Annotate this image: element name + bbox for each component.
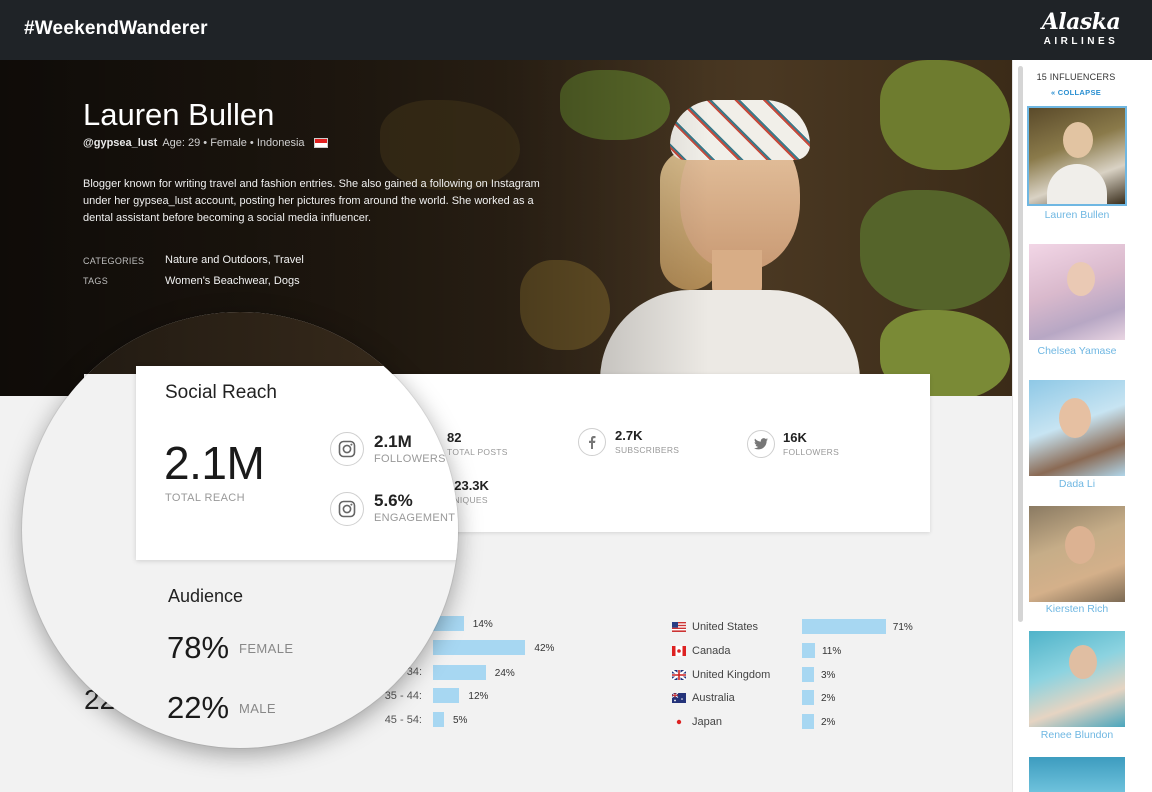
thumb-face-shape	[1067, 262, 1095, 296]
alaska-airlines-logo[interactable]: Alaska AIRLINES	[1034, 9, 1128, 47]
country-name: United Kingdom	[692, 669, 771, 681]
collapse-button[interactable]: « COLLAPSE	[1030, 88, 1122, 97]
influencer-name: Lauren Bullen	[83, 97, 275, 132]
country-bar	[802, 690, 814, 705]
audience-title: Audience	[168, 586, 244, 606]
tags-label: TAGS	[83, 276, 109, 286]
influencer-thumb-kiersten-rich[interactable]	[1029, 506, 1125, 602]
instagram-icon[interactable]	[330, 432, 364, 466]
age-percent: 12%	[468, 691, 489, 702]
uk-flag-icon	[672, 670, 686, 680]
total-reach-value: 2.1M	[164, 437, 265, 489]
logo-subtitle: AIRLINES	[1043, 36, 1119, 47]
total-reach-label: TOTAL REACH	[165, 492, 245, 504]
facebook-subscribers-label: SUBSCRIBERS	[615, 445, 680, 455]
thumb-face-shape	[1059, 398, 1091, 438]
app-title: #WeekendWanderer	[24, 18, 208, 39]
instagram-followers-value: 2.1M	[374, 432, 412, 451]
instagram-engagement-value: 5.6%	[374, 491, 413, 510]
influencer-thumb-renee-blundon[interactable]	[1029, 631, 1125, 727]
social-reach-title: Social Reach	[165, 382, 277, 403]
influencer-name-dada-li[interactable]: Dada Li	[1022, 478, 1132, 490]
country-name: Japan	[692, 716, 722, 728]
female-percent: 78%	[167, 630, 230, 665]
country-name: United States	[692, 621, 759, 633]
country-percent: 71%	[892, 622, 913, 633]
thumb-shirt-shape	[1047, 164, 1107, 204]
instagram-icon[interactable]	[330, 492, 364, 526]
instagram-followers-label: FOLLOWERS	[374, 453, 446, 465]
japan-flag-icon	[676, 719, 682, 725]
age-bar	[433, 712, 444, 727]
facebook-icon[interactable]	[578, 428, 606, 456]
influencer-name-chelsea-yamase[interactable]: Chelsea Yamase	[1022, 345, 1132, 357]
country-name: Australia	[692, 692, 735, 704]
age-percent: 42%	[534, 643, 555, 654]
age-percent: 5%	[453, 715, 468, 726]
female-label: FEMALE	[239, 641, 294, 656]
male-percent: 22%	[167, 690, 230, 725]
influencer-name-lauren-bullen[interactable]: Lauren Bullen	[1022, 209, 1132, 221]
influencer-thumb-next[interactable]	[1029, 757, 1125, 792]
country-bar	[802, 619, 886, 634]
profile-details: Age: 29 • Female • Indonesia	[162, 137, 305, 149]
age-label: 45 - 54:	[384, 714, 422, 726]
twitter-followers-label: FOLLOWERS	[783, 447, 840, 457]
influencer-count: 15 INFLUENCERS	[1036, 72, 1116, 82]
magnifier-lens: Social Reach 2.1M TOTAL REACH 2.1M FOLLO…	[22, 312, 458, 748]
top-bar: #WeekendWanderer Alaska AIRLINES	[0, 0, 1152, 60]
country-percent: 3%	[821, 670, 836, 681]
instagram-handle[interactable]: @gypsea_lust	[83, 137, 157, 149]
twitter-followers-value: 16K	[783, 430, 807, 445]
age-percent: 24%	[494, 668, 515, 679]
australia-flag-icon	[672, 693, 686, 703]
influencer-thumb-dada-li[interactable]	[1029, 380, 1125, 476]
country-name: Canada	[692, 645, 731, 657]
categories-label: CATEGORIES	[83, 256, 145, 266]
profile-meta: @gypsea_lust Age: 29 • Female • Indonesi…	[83, 137, 328, 149]
age-bar	[433, 665, 486, 680]
male-label: MALE	[239, 701, 277, 716]
influencer-name-kiersten-rich[interactable]: Kiersten Rich	[1022, 603, 1132, 615]
us-flag-icon	[672, 622, 686, 632]
tags-value: Women's Beachwear, Dogs	[165, 275, 300, 287]
facebook-subscribers-value: 2.7K	[615, 428, 643, 443]
country-percent: 2%	[821, 693, 836, 704]
country-bar	[802, 714, 814, 729]
country-bar	[802, 667, 814, 682]
sidebar-scrollbar[interactable]	[1018, 66, 1023, 622]
canada-flag-icon	[672, 646, 686, 656]
influencer-thumb-chelsea-yamase[interactable]	[1029, 244, 1125, 340]
logo-script: Alaska	[1041, 9, 1121, 35]
profile-bio: Blogger known for writing travel and fas…	[83, 178, 540, 224]
country-bar	[802, 643, 815, 658]
indonesia-flag-icon	[313, 138, 328, 148]
influencer-thumb-lauren-bullen[interactable]	[1027, 106, 1127, 206]
age-bar	[433, 640, 526, 655]
twitter-icon[interactable]	[747, 430, 775, 458]
thumb-face-shape	[1069, 645, 1097, 679]
thumb-face-shape	[1065, 526, 1095, 564]
influencer-name-renee-blundon[interactable]: Renee Blundon	[1022, 729, 1132, 741]
country-percent: 11%	[821, 646, 842, 657]
instagram-engagement-label: ENGAGEMENT	[374, 512, 456, 524]
age-percent: 14%	[472, 619, 493, 630]
thumb-face-shape	[1063, 122, 1093, 158]
country-percent: 2%	[821, 717, 836, 728]
magnified-hero-strip	[22, 312, 458, 374]
categories-value: Nature and Outdoors, Travel	[165, 254, 304, 266]
age-bar	[433, 688, 460, 703]
